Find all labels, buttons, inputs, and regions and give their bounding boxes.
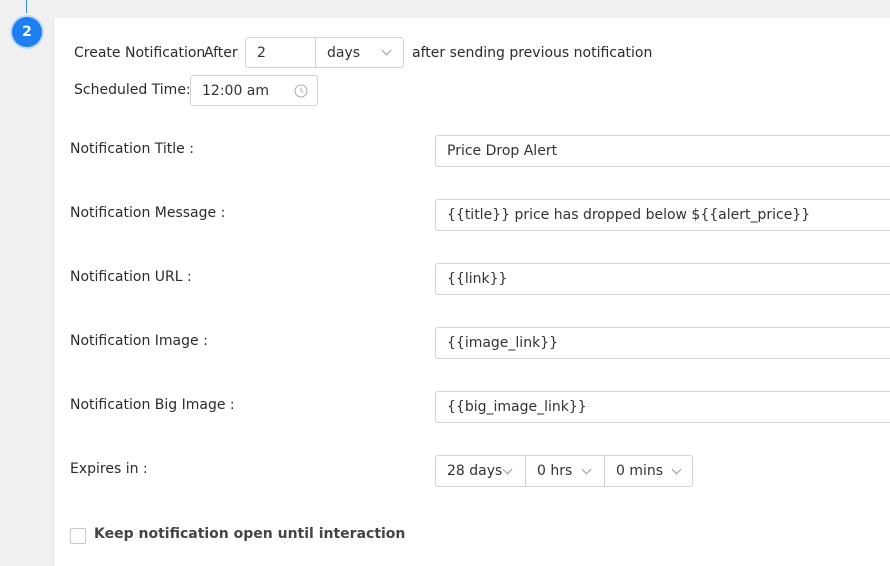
notification-message-input[interactable]: {{title}} price has dropped below ${{ale… <box>435 199 890 231</box>
expires-days-select[interactable]: 28 days <box>436 456 525 486</box>
chevron-down-icon <box>502 464 513 475</box>
keep-open-label[interactable]: Keep notification open until interaction <box>94 526 405 542</box>
scheduled-time-label: Scheduled Time: <box>74 82 191 98</box>
notification-url-input[interactable]: {{link}} <box>435 263 890 295</box>
expires-select-group: 28 days 0 hrs 0 mins <box>435 455 693 487</box>
delay-unit-value: days <box>327 44 361 61</box>
step-number: 2 <box>22 24 32 40</box>
expires-days-value: 28 days <box>447 463 503 479</box>
expires-mins-select[interactable]: 0 mins <box>605 456 693 486</box>
scheduled-time-value: 12:00 am <box>202 82 270 99</box>
notification-url-value: {{link}} <box>447 271 508 287</box>
notification-title-label: Notification Title : <box>70 141 194 157</box>
expires-hrs-select[interactable]: 0 hrs <box>526 456 604 486</box>
notification-url-label: Notification URL : <box>70 269 192 285</box>
chevron-down-icon <box>581 464 592 475</box>
chevron-down-icon <box>381 45 392 56</box>
notification-message-value: {{title}} price has dropped below ${{ale… <box>447 207 811 223</box>
notification-title-input[interactable]: Price Drop Alert <box>435 135 890 167</box>
notification-step-card: Create Notification After 2 days after s… <box>53 18 890 566</box>
notification-image-input[interactable]: {{image_link}} <box>435 327 890 359</box>
delay-amount-input[interactable]: 2 <box>246 38 315 67</box>
create-notification-label: Create Notification <box>74 45 206 61</box>
notification-image-label: Notification Image : <box>70 333 208 349</box>
scheduled-time-input[interactable]: 12:00 am <box>190 75 318 106</box>
expires-mins-value: 0 mins <box>616 463 664 479</box>
notification-big-image-input[interactable]: {{big_image_link}} <box>435 391 890 423</box>
notification-message-label: Notification Message : <box>70 205 226 221</box>
delay-input-group: 2 days <box>245 37 404 68</box>
delay-suffix-label: after sending previous notification <box>412 45 653 61</box>
expires-hrs-value: 0 hrs <box>537 463 573 479</box>
step-number-badge: 2 <box>12 17 42 47</box>
after-label: After <box>204 45 238 61</box>
keep-open-checkbox[interactable] <box>70 528 86 544</box>
delay-amount-value: 2 <box>257 44 266 61</box>
timeline-connector <box>26 0 27 13</box>
chevron-down-icon <box>671 464 682 475</box>
clock-icon <box>294 84 308 98</box>
expires-in-label: Expires in : <box>70 461 148 477</box>
delay-unit-select[interactable]: days <box>316 38 404 67</box>
notification-big-image-label: Notification Big Image : <box>70 397 235 413</box>
notification-big-image-value: {{big_image_link}} <box>447 399 587 415</box>
notification-title-value: Price Drop Alert <box>447 143 558 159</box>
notification-image-value: {{image_link}} <box>447 335 558 351</box>
